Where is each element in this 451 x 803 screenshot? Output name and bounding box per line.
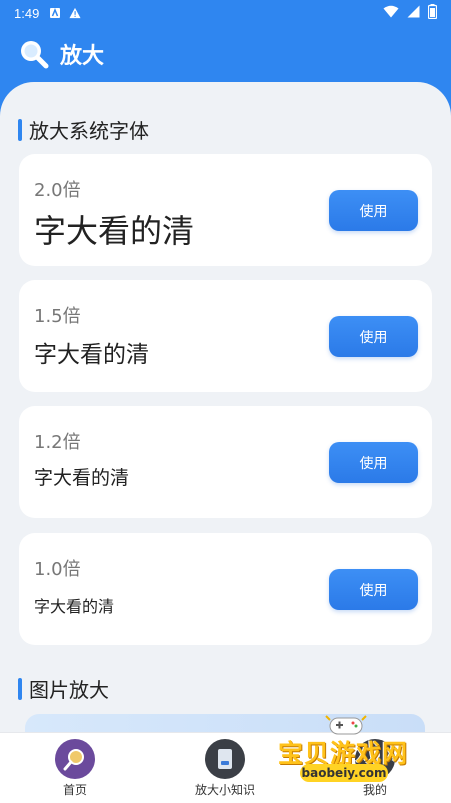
font-scale-card-1-5x: 1.5倍 字大看的清 使用 (19, 280, 432, 392)
status-bar: 1:49 (0, 0, 451, 26)
scale-multiplier: 2.0倍 (34, 180, 81, 201)
font-scale-card-1-2x: 1.2倍 字大看的清 使用 (19, 406, 432, 518)
scale-multiplier: 1.0倍 (34, 559, 81, 580)
magnifier-logo-icon (18, 38, 50, 70)
use-button[interactable]: 使用 (329, 442, 418, 483)
font-scale-card-1x: 1.0倍 字大看的清 使用 (19, 533, 432, 645)
nav-item-knowledge[interactable]: 放大小知识 (180, 739, 270, 798)
book-icon (205, 739, 245, 779)
main-content[interactable]: 放大系统字体 2.0倍 字大看的清 使用 1.5倍 字大看的清 使用 1.2倍 … (0, 82, 451, 732)
use-button[interactable]: 使用 (329, 316, 418, 357)
magnifier-icon (55, 739, 95, 779)
font-scale-card-2x: 2.0倍 字大看的清 使用 (19, 154, 432, 266)
sample-text: 字大看的清 (34, 467, 130, 489)
status-time: 1:49 (14, 5, 40, 21)
nav-label: 首页 (62, 783, 87, 797)
watermark-url: baobeiy.com (300, 764, 388, 782)
wifi-icon (383, 5, 399, 22)
signal-icon (407, 5, 420, 22)
status-right-group (383, 3, 438, 23)
section-title-text: 放大系统字体 (29, 119, 149, 143)
section-title-system-font: 放大系统字体 (18, 115, 149, 144)
notification-a-icon (49, 7, 61, 19)
app-bar: 放大 (0, 26, 451, 82)
use-button[interactable]: 使用 (329, 190, 418, 231)
nav-label: 放大小知识 (194, 783, 255, 797)
section-accent-bar (18, 677, 22, 700)
battery-icon (427, 3, 438, 23)
section-accent-bar (18, 118, 22, 141)
sample-text: 字大看的清 (34, 342, 149, 368)
scale-multiplier: 1.5倍 (34, 306, 81, 327)
nav-item-home[interactable]: 首页 (30, 739, 120, 798)
warning-icon (69, 7, 81, 19)
section-title-image-zoom: 图片放大 (18, 674, 109, 703)
app-title: 放大 (60, 44, 105, 69)
scale-multiplier: 1.2倍 (34, 432, 81, 453)
section-title-text: 图片放大 (29, 678, 109, 702)
use-button[interactable]: 使用 (329, 569, 418, 610)
sample-text: 字大看的清 (34, 212, 195, 250)
sample-text: 字大看的清 (34, 597, 115, 616)
watermark-logo: 宝贝游戏网 baobeiy.com (272, 712, 432, 792)
